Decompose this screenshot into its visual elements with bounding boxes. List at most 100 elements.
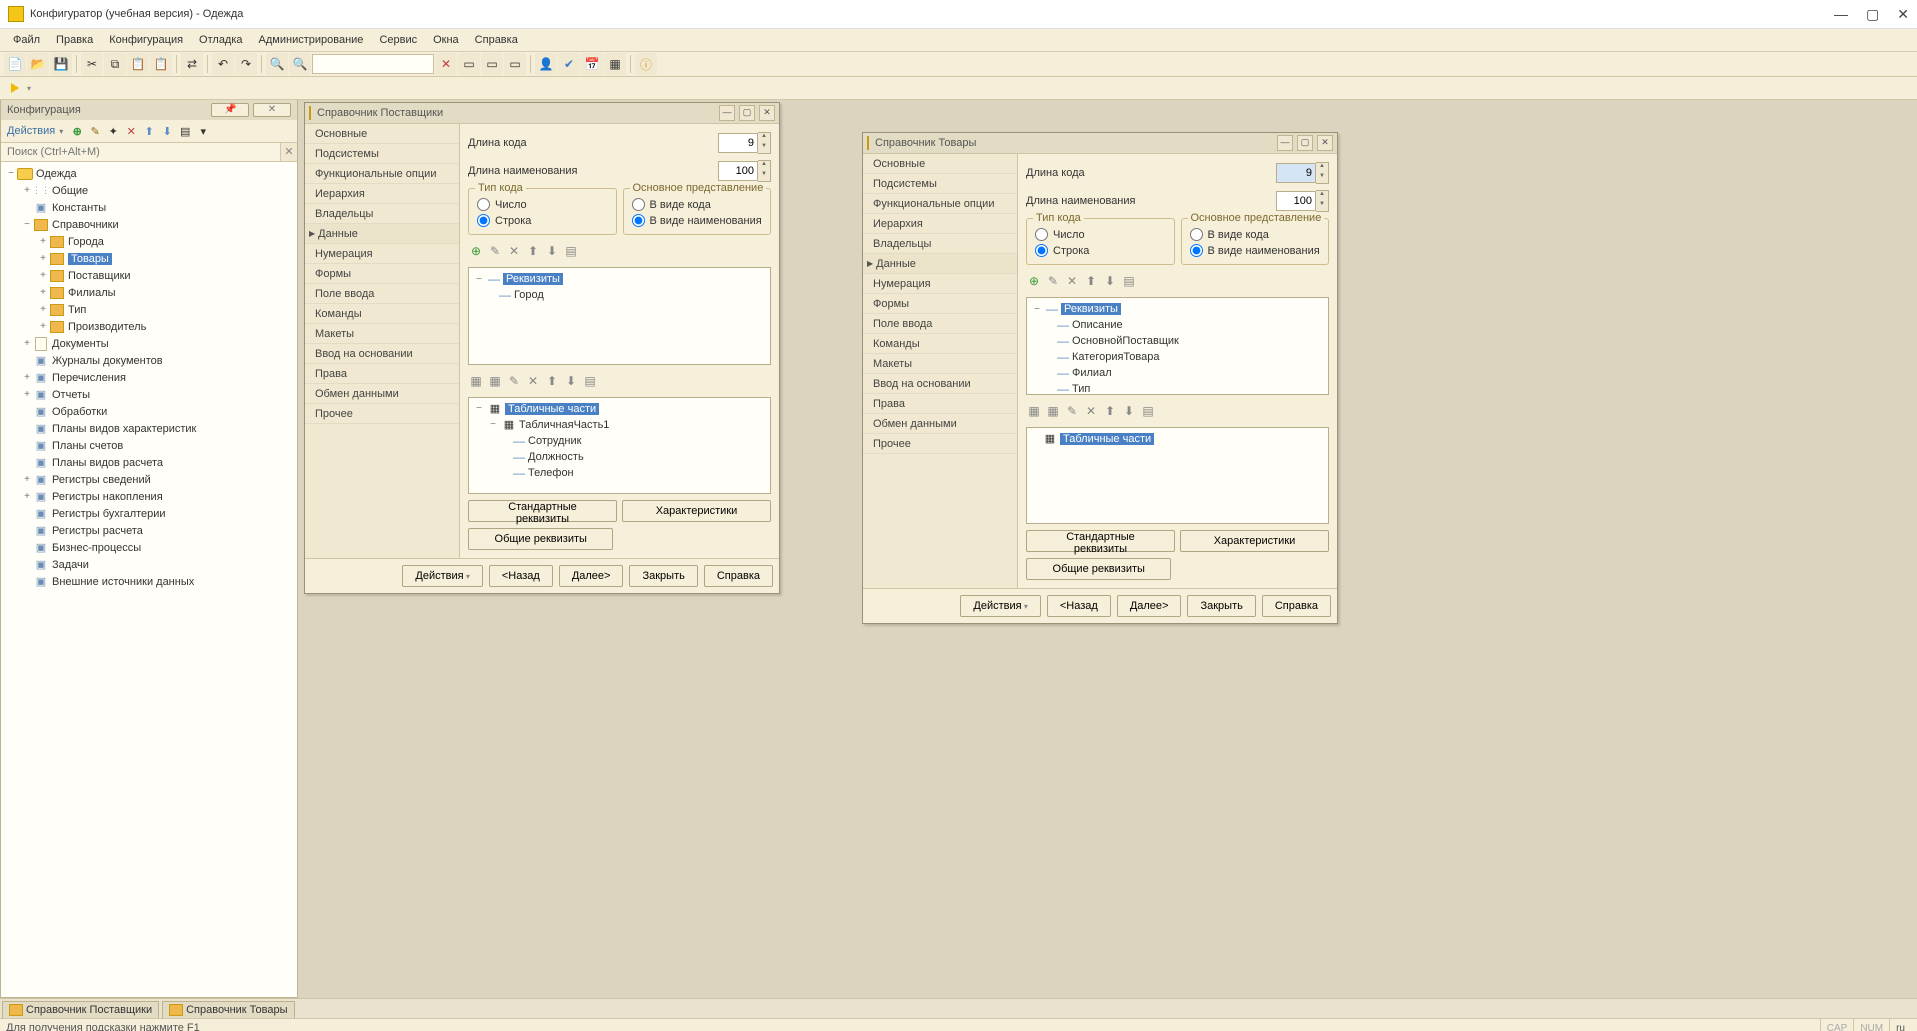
addcol-icon[interactable]: ▦ (487, 373, 503, 389)
side-tab[interactable]: Поле ввода (863, 314, 1017, 334)
std-requisites-button[interactable]: Стандартные реквизиты (1026, 530, 1175, 552)
list-item[interactable]: —Должность (469, 449, 770, 465)
tree-node[interactable]: +Производитель (1, 318, 297, 335)
props-icon[interactable]: ▤ (1140, 403, 1156, 419)
add-icon[interactable]: ⊕ (1026, 273, 1042, 289)
help-button[interactable]: Справка (1262, 595, 1331, 617)
side-tab[interactable]: Иерархия (305, 184, 459, 204)
side-tab[interactable]: Владельцы (305, 204, 459, 224)
list-item[interactable]: —КатегорияТовара (1027, 349, 1328, 365)
side-tab[interactable]: Владельцы (863, 234, 1017, 254)
side-tab[interactable]: Команды (863, 334, 1017, 354)
tree-node[interactable]: +⋮⋮Общие (1, 182, 297, 199)
back-button[interactable]: <Назад (489, 565, 553, 587)
tree-node[interactable]: ▣Константы (1, 199, 297, 216)
tabparts-list[interactable]: ▦Табличные части (1026, 427, 1329, 525)
side-tab[interactable]: Права (305, 364, 459, 384)
side-tab[interactable]: Иерархия (863, 214, 1017, 234)
tree-node[interactable]: ▣Регистры расчета (1, 522, 297, 539)
new-icon[interactable]: 📄 (4, 53, 26, 75)
edit-icon[interactable]: ✎ (1045, 273, 1061, 289)
delete-icon[interactable]: ✕ (506, 243, 522, 259)
common-requisites-button[interactable]: Общие реквизиты (468, 528, 613, 550)
tree-node[interactable]: +Филиалы (1, 284, 297, 301)
tabparts-list[interactable]: −▦Табличные части −▦ТабличнаяЧасть1 —Сот… (468, 397, 771, 495)
filter-icon[interactable]: ▾ (195, 123, 211, 139)
side-tab[interactable]: Функциональные опции (305, 164, 459, 184)
edit-icon[interactable]: ✎ (87, 123, 103, 139)
debug-user-icon[interactable]: 👤 (535, 53, 557, 75)
tree-node[interactable]: +Поставщики (1, 267, 297, 284)
side-tab[interactable]: Поле ввода (305, 284, 459, 304)
props-icon[interactable]: ▤ (563, 243, 579, 259)
open-icon[interactable]: 📂 (27, 53, 49, 75)
requisites-list[interactable]: −—Реквизиты —Город (468, 267, 771, 365)
edit-icon[interactable]: ✎ (1064, 403, 1080, 419)
list-item[interactable]: —Город (469, 287, 770, 303)
up-icon[interactable]: ⬆ (1102, 403, 1118, 419)
name-length-input[interactable] (1276, 191, 1316, 211)
list-item[interactable]: −▦Табличные части (469, 401, 770, 417)
side-tab[interactable]: Подсистемы (863, 174, 1017, 194)
up-icon[interactable]: ⬆ (1083, 273, 1099, 289)
std-requisites-button[interactable]: Стандартные реквизиты (468, 500, 617, 522)
win2-close-icon[interactable]: ✕ (1317, 135, 1333, 151)
panel-close-icon[interactable]: ✕ (253, 103, 291, 117)
redo-icon[interactable]: ↷ (235, 53, 257, 75)
down-icon[interactable]: ⬇ (563, 373, 579, 389)
tree-node[interactable]: ▣Регистры бухгалтерии (1, 505, 297, 522)
tree-node[interactable]: ▣Планы видов характеристик (1, 420, 297, 437)
sort-icon[interactable]: ▤ (177, 123, 193, 139)
addtab-icon[interactable]: ▦ (1026, 403, 1042, 419)
down-icon[interactable]: ⬇ (1102, 273, 1118, 289)
next-button[interactable]: Далее> (1117, 595, 1182, 617)
find-icon[interactable]: 🔍 (266, 53, 288, 75)
list-item[interactable]: —Филиал (1027, 365, 1328, 381)
menu-Отладка[interactable]: Отладка (192, 32, 249, 48)
menu-Файл[interactable]: Файл (6, 32, 47, 48)
radio-as-name[interactable] (1190, 244, 1203, 257)
close-button[interactable]: Закрыть (629, 565, 697, 587)
menu-Сервис[interactable]: Сервис (372, 32, 424, 48)
side-tab[interactable]: Макеты (305, 324, 459, 344)
spinner-buttons[interactable]: ▲▼ (758, 160, 771, 182)
win2-maximize-icon[interactable]: ▢ (1297, 135, 1313, 151)
menu-Справка[interactable]: Справка (468, 32, 525, 48)
side-tab[interactable]: ▶Данные (305, 224, 459, 244)
actions-button[interactable]: Действия (960, 595, 1040, 617)
config-tree[interactable]: − Одежда +⋮⋮Общие▣Константы−Справочники+… (1, 162, 297, 997)
tree-node[interactable]: +Документы (1, 335, 297, 352)
delete-icon[interactable]: ✕ (1083, 403, 1099, 419)
undo-icon[interactable]: ↶ (212, 53, 234, 75)
radio-number[interactable] (477, 198, 490, 211)
side-tab[interactable]: Прочее (863, 434, 1017, 454)
tree-node[interactable]: −Справочники (1, 216, 297, 233)
actions-dropdown[interactable]: Действия (5, 125, 57, 137)
list-item[interactable]: —Телефон (469, 465, 770, 481)
up-icon[interactable]: ⬆ (544, 373, 560, 389)
side-tab[interactable]: Подсистемы (305, 144, 459, 164)
minimize-button[interactable]: — (1834, 6, 1848, 23)
back-button[interactable]: <Назад (1047, 595, 1111, 617)
side-tab[interactable]: Нумерация (863, 274, 1017, 294)
list-item[interactable]: —ОсновнойПоставщик (1027, 333, 1328, 349)
delete-icon[interactable]: ✕ (525, 373, 541, 389)
cut-icon[interactable]: ✂ (81, 53, 103, 75)
addcol-icon[interactable]: ▦ (1045, 403, 1061, 419)
info-icon[interactable]: ⓘ (635, 53, 657, 75)
code-length-input[interactable] (1276, 163, 1316, 183)
radio-string[interactable] (477, 214, 490, 227)
radio-string[interactable] (1035, 244, 1048, 257)
win1-close-icon[interactable]: ✕ (759, 105, 775, 121)
characteristics-button[interactable]: Характеристики (1180, 530, 1329, 552)
radio-as-name[interactable] (632, 214, 645, 227)
taskbar-tab[interactable]: Справочник Поставщики (2, 1001, 159, 1018)
tree-node[interactable]: ▣Обработки (1, 403, 297, 420)
compare-icon[interactable]: ⇄ (181, 53, 203, 75)
box3-icon[interactable]: ▭ (504, 53, 526, 75)
list-item[interactable]: ▦Табличные части (1027, 431, 1328, 447)
up-icon[interactable]: ⬆ (525, 243, 541, 259)
toolbar-search-input[interactable] (312, 54, 434, 74)
requisites-list[interactable]: −—Реквизиты —Описание—ОсновнойПоставщик—… (1026, 297, 1329, 395)
side-tab[interactable]: Обмен данными (863, 414, 1017, 434)
